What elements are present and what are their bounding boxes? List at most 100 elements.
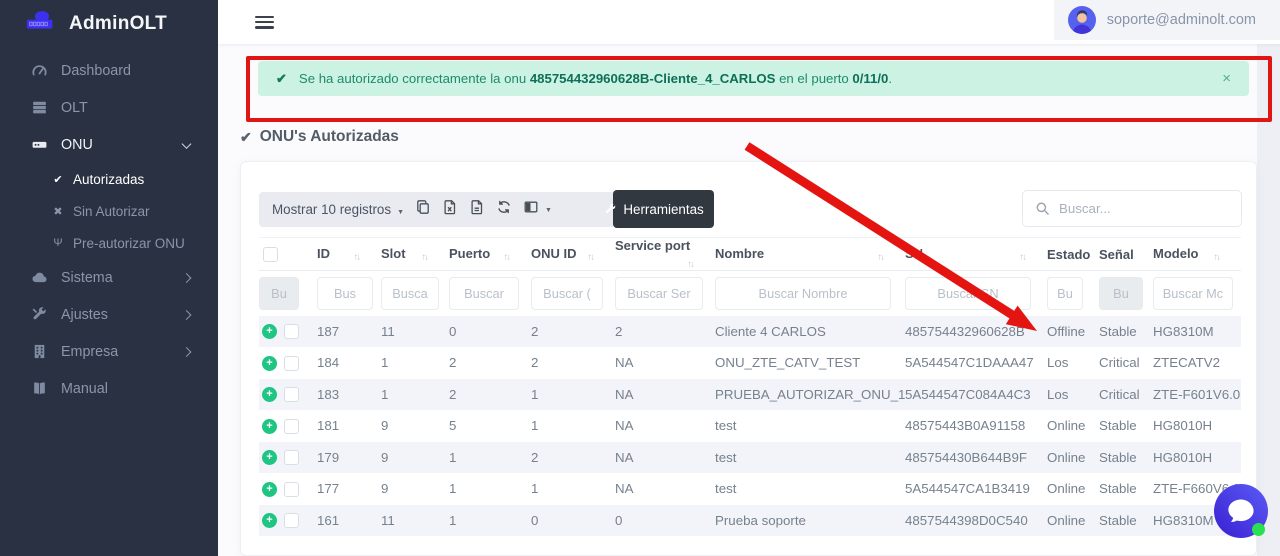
expand-row-button[interactable]: + bbox=[262, 387, 277, 402]
file-icon[interactable] bbox=[469, 199, 485, 215]
column-header-modelo[interactable]: Modelo bbox=[1153, 238, 1241, 271]
select-all-checkbox[interactable] bbox=[263, 247, 278, 262]
check-icon: ✔ bbox=[240, 129, 252, 146]
sort-icon bbox=[688, 255, 694, 270]
refresh-icon[interactable] bbox=[496, 199, 512, 215]
sidebar-item-onu[interactable]: ONU bbox=[0, 126, 218, 163]
sidebar-item-pre-autorizar-onu[interactable]: ΨPre-autorizar ONU bbox=[0, 227, 218, 259]
expand-row-button[interactable]: + bbox=[262, 482, 277, 497]
sidebar-item-label: OLT bbox=[61, 100, 88, 116]
filter-input-slot[interactable] bbox=[381, 277, 439, 310]
row-checkbox[interactable] bbox=[284, 419, 299, 434]
filter-cell bbox=[1047, 271, 1099, 316]
expand-row-button[interactable]: + bbox=[262, 513, 277, 528]
cell-senal: Critical bbox=[1099, 347, 1153, 379]
filter-input-senal[interactable] bbox=[1099, 277, 1143, 310]
sidebar-item-ajustes[interactable]: Ajustes bbox=[0, 296, 218, 333]
expand-row-button[interactable]: + bbox=[262, 450, 277, 465]
sidebar-item-label: Empresa bbox=[61, 344, 118, 360]
column-header-id[interactable]: ID bbox=[317, 238, 381, 271]
filter-input-estado[interactable] bbox=[1047, 277, 1083, 310]
page-scrollbar[interactable] bbox=[1257, 44, 1280, 556]
expand-row-button[interactable]: + bbox=[262, 356, 277, 371]
sidebar-item-manual[interactable]: Manual bbox=[0, 370, 218, 407]
row-checkbox[interactable] bbox=[284, 513, 299, 528]
column-header-service-port[interactable]: Service port bbox=[615, 238, 715, 271]
brand[interactable]: AdminOLT bbox=[0, 0, 218, 46]
sort-icon bbox=[422, 248, 428, 263]
filter-input-service-port[interactable] bbox=[615, 277, 703, 310]
cell-nombre: test bbox=[715, 473, 905, 505]
user-menu[interactable]: soporte@adminolt.com bbox=[1054, 0, 1280, 40]
columns-icon[interactable] bbox=[523, 199, 552, 215]
search-box bbox=[1022, 190, 1242, 227]
expand-row-button[interactable]: + bbox=[262, 419, 277, 434]
cell-service-port: NA bbox=[615, 442, 715, 474]
alert-message: Se ha autorizado correctamente la onu 48… bbox=[299, 71, 892, 86]
row-checkbox[interactable] bbox=[284, 324, 299, 339]
column-header-slot[interactable]: Slot bbox=[381, 238, 449, 271]
column-header-onu-id[interactable]: ONU ID bbox=[531, 238, 615, 271]
cell-senal: Stable bbox=[1099, 410, 1153, 442]
row-select-cell: + bbox=[259, 347, 317, 379]
cell-sn: 485754432960628B bbox=[905, 316, 1047, 348]
excel-icon[interactable] bbox=[442, 199, 458, 215]
column-header-senal: Señal bbox=[1099, 238, 1153, 271]
filter-input-sn[interactable] bbox=[905, 277, 1031, 310]
row-checkbox[interactable] bbox=[284, 356, 299, 371]
sidebar-item-autorizadas[interactable]: ✔Autorizadas bbox=[0, 163, 218, 195]
filter-cell bbox=[531, 271, 615, 316]
alert-close-button[interactable]: × bbox=[1222, 71, 1231, 86]
sidebar-item-sin-autorizar[interactable]: ✖Sin Autorizar bbox=[0, 195, 218, 227]
table-row: +18711022Cliente 4 CARLOS485754432960628… bbox=[259, 316, 1241, 348]
filter-input-onu-id[interactable] bbox=[531, 277, 603, 310]
menu-toggle-button[interactable] bbox=[255, 13, 274, 31]
filter-input-puerto[interactable] bbox=[449, 277, 519, 310]
copy-icon[interactable] bbox=[415, 199, 431, 215]
close-icon: ✖ bbox=[50, 205, 66, 218]
column-label: Nombre bbox=[715, 246, 764, 261]
filter-cell bbox=[1153, 271, 1241, 316]
cell-slot: 9 bbox=[381, 442, 449, 474]
sidebar-item-label: Ajustes bbox=[61, 307, 108, 323]
filter-cell bbox=[615, 271, 715, 316]
building-icon bbox=[30, 343, 48, 360]
caret-down-icon bbox=[539, 200, 552, 215]
row-select-cell: + bbox=[259, 473, 317, 505]
table-card: Mostrar 10 registros Herramientas bbox=[240, 161, 1257, 556]
filter-input-select[interactable] bbox=[259, 277, 299, 310]
column-header-nombre[interactable]: Nombre bbox=[715, 238, 905, 271]
cell-puerto: 1 bbox=[449, 505, 531, 537]
expand-row-button[interactable]: + bbox=[262, 324, 277, 339]
column-header-sn[interactable]: SN bbox=[905, 238, 1047, 271]
table-row: +16111100Prueba soporte4857544398D0C540O… bbox=[259, 505, 1241, 537]
sidebar-item-olt[interactable]: OLT bbox=[0, 89, 218, 126]
row-checkbox[interactable] bbox=[284, 387, 299, 402]
row-checkbox[interactable] bbox=[284, 482, 299, 497]
column-header-puerto[interactable]: Puerto bbox=[449, 238, 531, 271]
filter-input-modelo[interactable] bbox=[1153, 277, 1233, 310]
filter-input-id[interactable] bbox=[317, 277, 373, 310]
cell-sn: 5A544547C1DAAA47 bbox=[905, 347, 1047, 379]
tools-icon bbox=[30, 306, 48, 323]
table-row: +177911NAtest5A544547CA1B3419OnlineStabl… bbox=[259, 473, 1241, 505]
sidebar: AdminOLT Dashboard OLT ONU✔Autorizadas✖Sin… bbox=[0, 0, 218, 556]
cell-estado: Online bbox=[1047, 473, 1099, 505]
sidebar-item-empresa[interactable]: Empresa bbox=[0, 333, 218, 370]
filter-input-nombre[interactable] bbox=[715, 277, 891, 310]
cell-puerto: 1 bbox=[449, 442, 531, 474]
sidebar-item-dashboard[interactable]: Dashboard bbox=[0, 52, 218, 89]
row-checkbox[interactable] bbox=[284, 450, 299, 465]
cell-estado: Los bbox=[1047, 379, 1099, 411]
page-length-dropdown[interactable]: Mostrar 10 registros bbox=[272, 202, 404, 217]
cell-nombre: Prueba soporte bbox=[715, 505, 905, 537]
chat-widget-button[interactable] bbox=[1212, 482, 1270, 540]
sidebar-item-sistema[interactable]: Sistema bbox=[0, 259, 218, 296]
cell-onu-id: 2 bbox=[531, 347, 615, 379]
check-icon: ✔ bbox=[276, 71, 287, 87]
tools-dropdown-button[interactable]: Herramientas bbox=[613, 190, 714, 228]
cell-slot: 9 bbox=[381, 473, 449, 505]
row-select-cell: + bbox=[259, 410, 317, 442]
search-input[interactable] bbox=[1059, 201, 1241, 216]
cell-modelo: HG8310M bbox=[1153, 316, 1241, 348]
